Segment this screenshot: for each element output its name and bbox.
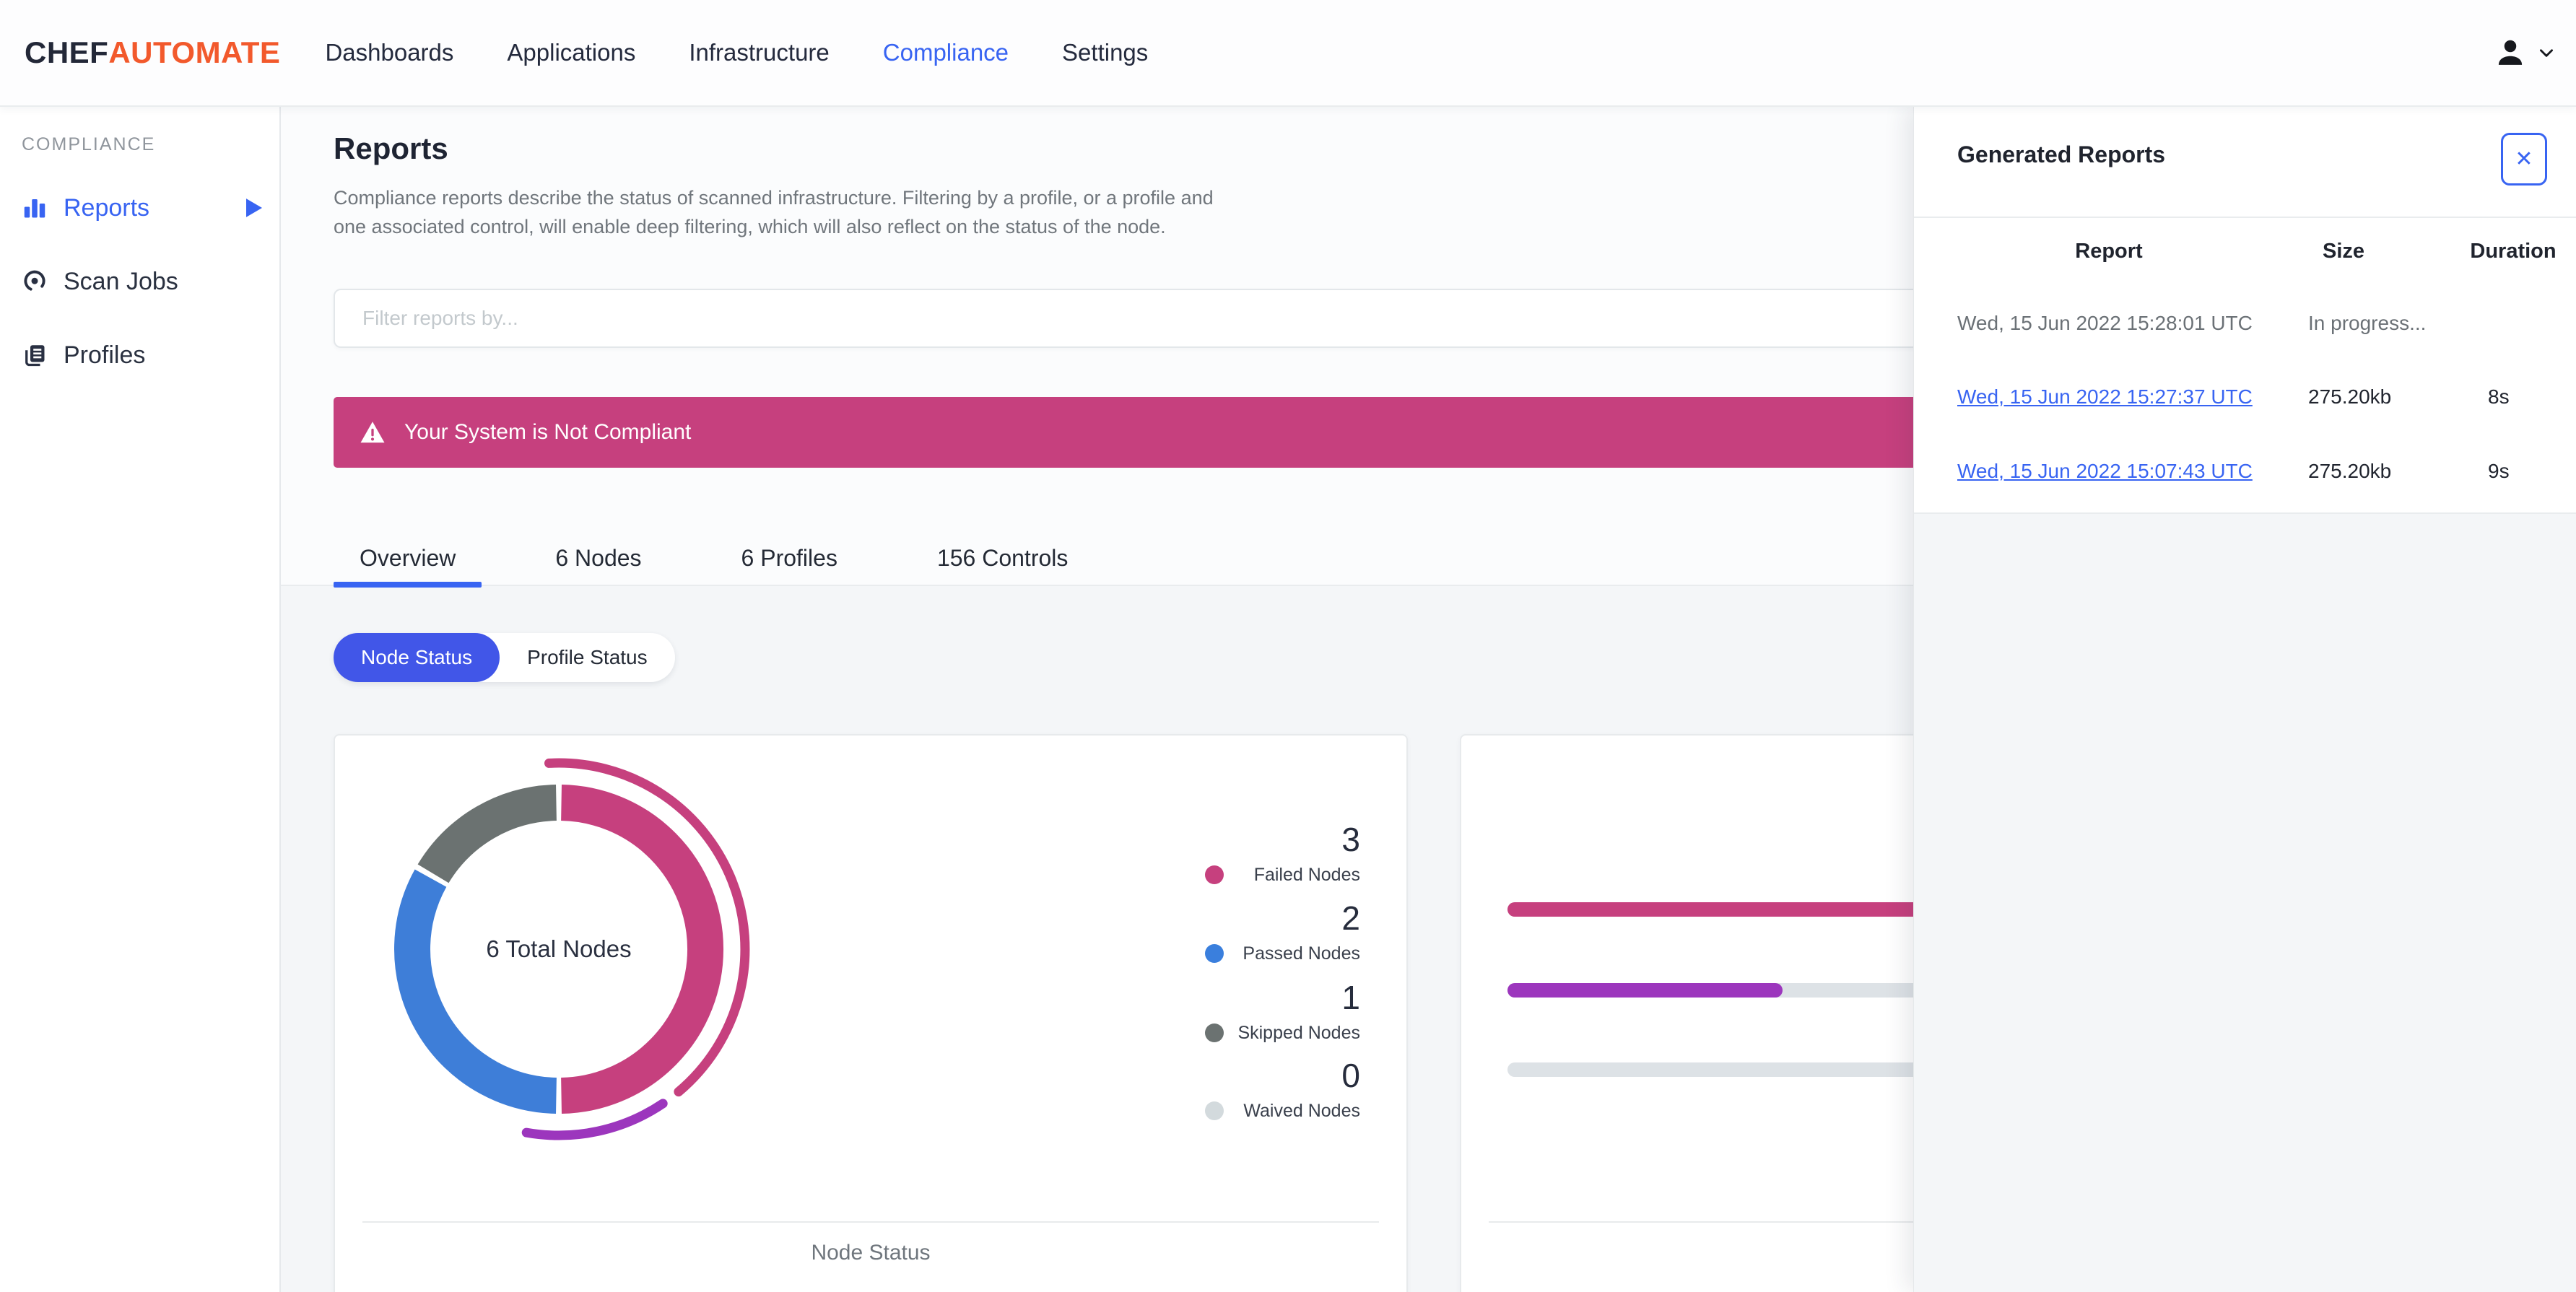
nav-applications[interactable]: Applications xyxy=(507,39,635,66)
drawer-title: Generated Reports xyxy=(1957,141,2166,167)
sidebar-item-profiles[interactable]: Profiles xyxy=(0,334,279,376)
skipped-dot-icon xyxy=(1205,1023,1224,1042)
report-row: Wed, 15 Jun 2022 15:07:43 UTC 275.20kb 9… xyxy=(1914,460,2576,503)
top-navigation-bar: CHEFAUTOMATE Dashboards Applications Inf… xyxy=(0,0,2576,107)
severity-bar-2-fill xyxy=(1507,983,1783,998)
card-footer-divider xyxy=(362,1221,1379,1223)
passed-label: Passed Nodes xyxy=(1243,943,1360,964)
tab-overview[interactable]: Overview xyxy=(334,531,482,588)
waived-count: 0 xyxy=(1341,1057,1360,1094)
status-toggle-group: Node Status Profile Status xyxy=(334,633,675,682)
close-icon: ✕ xyxy=(2515,147,2533,171)
report-timestamp: Wed, 15 Jun 2022 15:28:01 UTC xyxy=(1957,312,2253,334)
alert-text: Your System is Not Compliant xyxy=(404,420,692,444)
skipped-count: 1 xyxy=(1341,979,1360,1016)
report-size: 275.20kb xyxy=(2308,460,2392,482)
report-download-link[interactable]: Wed, 15 Jun 2022 15:07:43 UTC xyxy=(1957,460,2253,483)
documents-icon xyxy=(22,342,48,368)
arrow-right-icon xyxy=(246,198,262,217)
compliance-sidebar: COMPLIANCE Reports Scan Jobs Profiles xyxy=(0,107,281,1292)
legend-item-failed: 3 Failed Nodes xyxy=(1205,821,1360,887)
chef-automate-logo[interactable]: CHEFAUTOMATE xyxy=(25,35,280,70)
node-status-card-footer: Node Status xyxy=(811,1241,931,1265)
close-drawer-button[interactable]: ✕ xyxy=(2501,133,2547,185)
report-tabs: Overview 6 Nodes 6 Profiles 156 Controls xyxy=(334,531,1094,588)
legend-item-skipped: 1 Skipped Nodes xyxy=(1205,979,1360,1045)
radar-target-icon xyxy=(22,269,48,294)
generated-reports-drawer: Generated Reports ✕ Report Size Duration… xyxy=(1913,107,2576,1292)
passed-count: 2 xyxy=(1341,899,1360,937)
legend-item-passed: 2 Passed Nodes xyxy=(1205,899,1360,966)
bar-chart-icon xyxy=(22,195,48,221)
nav-dashboards[interactable]: Dashboards xyxy=(325,39,453,66)
sidebar-section-label: COMPLIANCE xyxy=(22,134,156,154)
page-description-line1: Compliance reports describe the status o… xyxy=(334,187,1214,209)
primary-nav: Dashboards Applications Infrastructure C… xyxy=(325,39,1148,66)
waived-label: Waived Nodes xyxy=(1243,1101,1360,1121)
brand-automate: AUTOMATE xyxy=(108,35,281,69)
user-menu[interactable] xyxy=(2494,36,2556,69)
sidebar-item-reports[interactable]: Reports xyxy=(0,187,279,229)
failed-dot-icon xyxy=(1205,865,1224,884)
passed-dot-icon xyxy=(1205,944,1224,963)
column-header-size: Size xyxy=(2322,240,2365,263)
report-download-link[interactable]: Wed, 15 Jun 2022 15:27:37 UTC xyxy=(1957,385,2253,409)
chevron-down-icon[interactable] xyxy=(2537,43,2556,62)
failed-count: 3 xyxy=(1341,821,1360,858)
user-avatar-icon[interactable] xyxy=(2494,36,2527,69)
warning-triangle-icon xyxy=(360,419,386,445)
node-status-card: 6 Total Nodes 3 Failed Nodes 2 Passed No… xyxy=(334,734,1408,1292)
drawer-header-divider xyxy=(1914,217,2576,218)
report-size: In progress... xyxy=(2308,312,2427,334)
page-description-line2: one associated control, will enable deep… xyxy=(334,216,1166,237)
tab-nodes[interactable]: 6 Nodes xyxy=(529,531,667,586)
waived-dot-icon xyxy=(1205,1101,1224,1120)
donut-total-label: 6 Total Nodes xyxy=(486,935,632,962)
failed-label: Failed Nodes xyxy=(1253,865,1360,885)
sidebar-item-label: Scan Jobs xyxy=(64,267,178,295)
tab-controls[interactable]: 156 Controls xyxy=(911,531,1094,586)
report-row-in-progress: Wed, 15 Jun 2022 15:28:01 UTC In progres… xyxy=(1914,312,2576,355)
donut-skipped-segment xyxy=(417,785,557,883)
node-status-toggle[interactable]: Node Status xyxy=(334,633,500,682)
report-duration: 9s xyxy=(2488,460,2510,482)
sidebar-item-scan-jobs[interactable]: Scan Jobs xyxy=(0,261,279,302)
legend-item-waived: 0 Waived Nodes xyxy=(1205,1057,1360,1123)
profile-status-toggle[interactable]: Profile Status xyxy=(500,633,675,682)
report-size: 275.20kb xyxy=(2308,385,2392,408)
page-description: Compliance reports describe the status o… xyxy=(334,183,1214,241)
report-row: Wed, 15 Jun 2022 15:27:37 UTC 275.20kb 8… xyxy=(1914,385,2576,429)
column-header-duration: Duration xyxy=(2470,240,2557,263)
nav-compliance[interactable]: Compliance xyxy=(883,39,1009,66)
nav-settings[interactable]: Settings xyxy=(1062,39,1148,66)
nav-infrastructure[interactable]: Infrastructure xyxy=(689,39,829,66)
brand-chef: CHEF xyxy=(25,35,109,69)
skipped-label: Skipped Nodes xyxy=(1237,1023,1360,1043)
page-title: Reports xyxy=(334,131,448,165)
column-header-report: Report xyxy=(2075,240,2143,263)
sidebar-item-label: Reports xyxy=(64,193,150,222)
donut-passed-segment xyxy=(394,869,557,1114)
sidebar-item-label: Profiles xyxy=(64,341,146,369)
report-duration: 8s xyxy=(2488,385,2510,408)
tab-profiles[interactable]: 6 Profiles xyxy=(715,531,863,586)
